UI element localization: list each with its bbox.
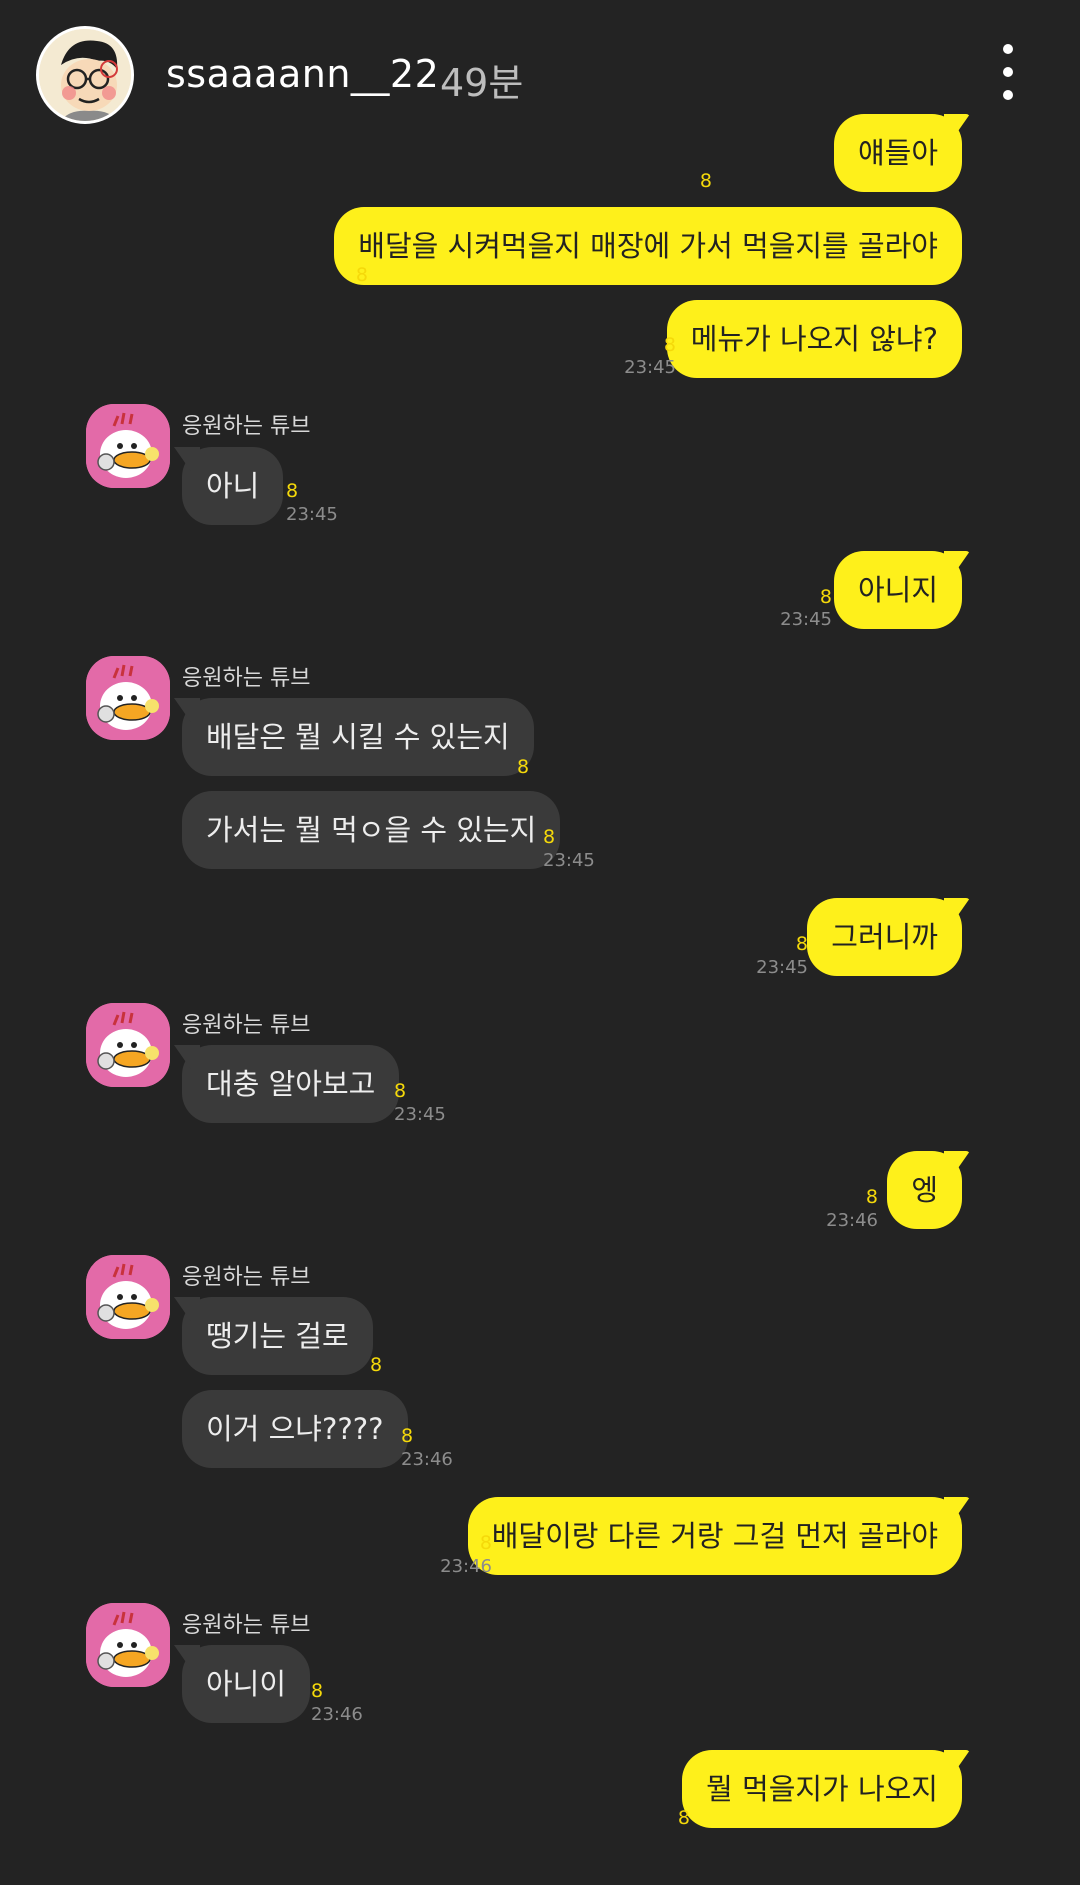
story-elapsed-time: 49분 [440,61,524,105]
unread-count: 8 [311,1680,324,1702]
friend-avatar[interactable] [86,1603,170,1687]
message-timestamp: 23:46 [826,1210,878,1231]
my-message-bubble: 배달을 시켜먹을지 매장에 가서 먹을지를 골라야 [334,207,962,285]
friend-message-bubble: 땡기는 걸로 [182,1297,373,1375]
friend-message-bubble: 아니 [182,447,284,525]
my-message-bubble: 뭘 먹을지가 나오지 [682,1750,962,1828]
friend-name: 응원하는 튜브 [182,414,311,439]
unread-count: 8 [795,933,808,955]
friend-avatar[interactable] [86,1255,170,1339]
my-message-bubble: 메뉴가 나오지 않냐? [666,300,962,378]
story-username[interactable]: ssaaaann__22 [166,52,439,96]
tube-duck-icon [86,404,170,488]
tube-duck-icon [86,1255,170,1339]
friend-avatar[interactable] [86,404,170,488]
unread-count: 8 [517,756,530,778]
friend-name: 응원하는 튜브 [182,666,311,691]
tube-duck-icon [86,656,170,740]
unread-count: 8 [394,1080,407,1102]
friend-message-bubble: 가서는 뭘 먹ㅇ을 수 있는지 [182,791,561,869]
friend-name: 응원하는 튜브 [182,1613,311,1638]
friend-message-bubble: 아니이 [182,1645,311,1723]
my-message-bubble: 아니지 [833,551,962,629]
cartoon-avatar-icon [39,29,131,121]
message-timestamp: 23:45 [780,609,832,630]
message-timestamp: 23:45 [543,850,595,871]
my-message-bubble: 엥 [887,1151,962,1229]
friend-name: 응원하는 튜브 [182,1013,311,1038]
friend-name: 응원하는 튜브 [182,1265,311,1290]
message-timestamp: 23:46 [311,1704,363,1725]
message-timestamp: 23:45 [394,1104,446,1125]
tube-duck-icon [86,1003,170,1087]
friend-message-bubble: 배달은 뭘 시킬 수 있는지 [182,698,534,776]
unread-count: 8 [370,1354,383,1376]
unread-count: 8 [286,480,299,502]
unread-count: 8 [677,1807,690,1829]
tube-duck-icon [86,1603,170,1687]
unread-count: 8 [401,1425,414,1447]
friend-avatar[interactable] [86,656,170,740]
my-message-bubble: 그러니까 [807,898,962,976]
unread-count: 8 [543,826,556,848]
my-message-bubble: 얘들아 [833,114,962,192]
message-timestamp: 23:45 [286,504,338,525]
message-timestamp: 23:46 [440,1556,492,1577]
friend-message-bubble: 이거 으냐???? [182,1390,408,1468]
unread-count: 8 [819,586,832,608]
more-options-icon[interactable] [990,44,1026,100]
friend-avatar[interactable] [86,1003,170,1087]
friend-message-bubble: 대충 알아보고 [182,1045,400,1123]
unread-count: 8 [663,334,676,356]
unread-count: 8 [865,1186,878,1208]
unread-count: 8 [479,1532,492,1554]
unread-count: 8 [355,264,368,286]
message-timestamp: 23:45 [756,957,808,978]
message-timestamp: 23:46 [401,1449,453,1470]
unread-count: 8 [699,170,712,192]
my-message-bubble: 배달이랑 다른 거랑 그걸 먼저 골라야 [467,1497,962,1575]
message-timestamp: 23:45 [624,357,676,378]
profile-avatar[interactable] [36,26,134,124]
